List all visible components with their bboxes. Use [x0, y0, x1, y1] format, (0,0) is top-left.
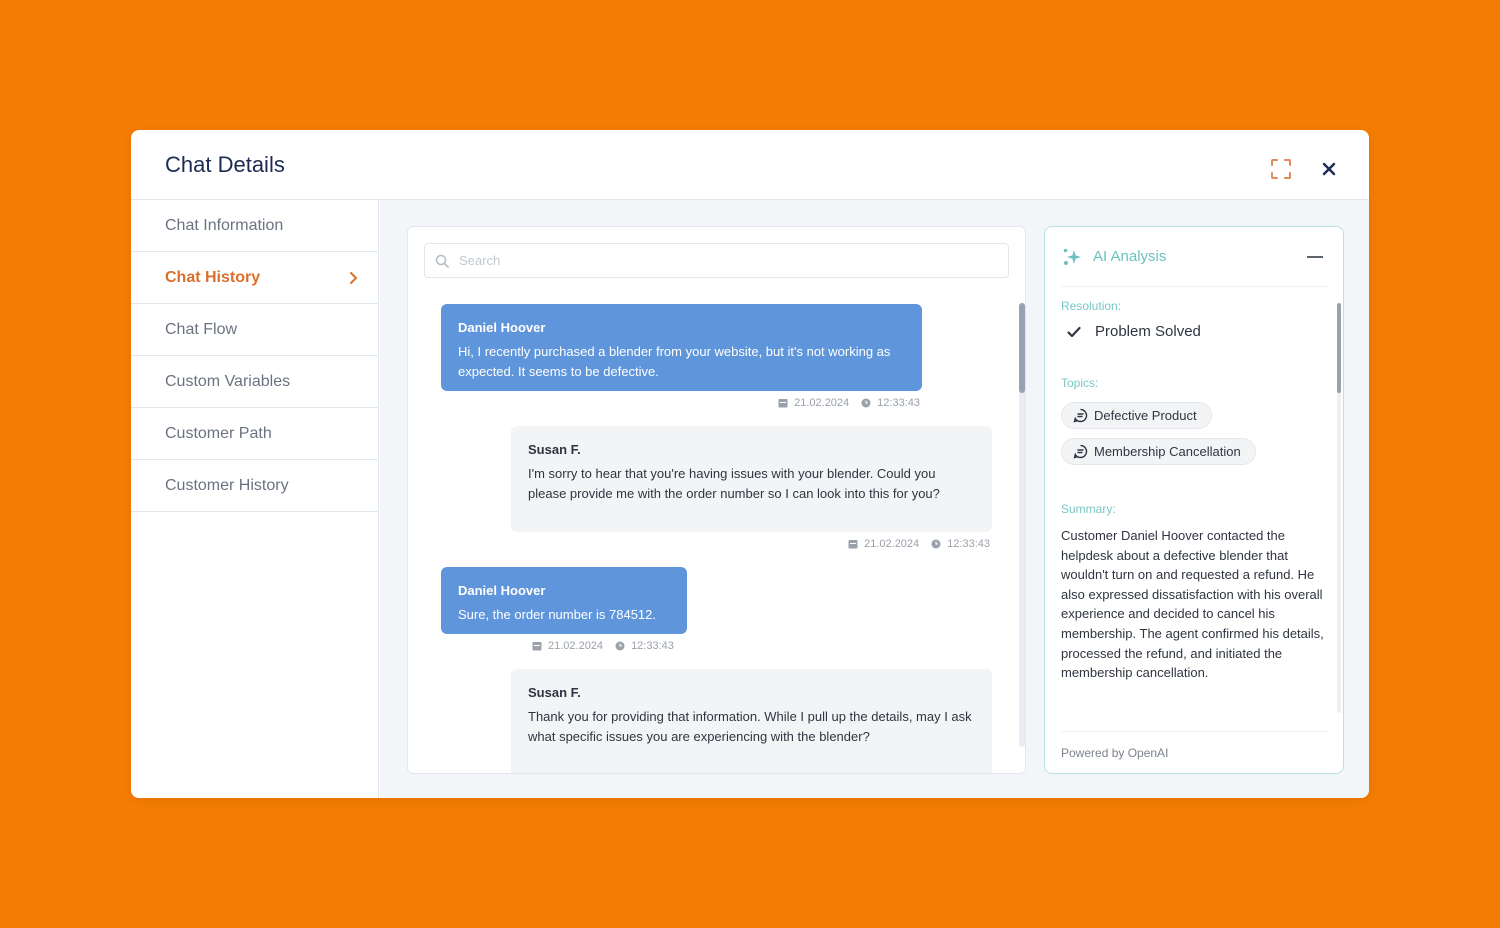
sidebar-item-chat-history[interactable]: Chat History — [131, 252, 378, 304]
sidebar-item-label: Chat Information — [165, 216, 284, 234]
sidebar-item-label: Chat Flow — [165, 320, 238, 338]
calendar-icon — [532, 642, 542, 651]
search-icon — [435, 254, 449, 268]
ai-analysis-header: AI Analysis — [1061, 227, 1327, 287]
topic-chip[interactable]: Defective Product — [1061, 402, 1212, 429]
collapse-button[interactable] — [1303, 245, 1327, 269]
content-area: Daniel Hoover Hi, I recently purchased a… — [380, 200, 1369, 798]
chat-bubble-icon — [1073, 444, 1088, 459]
powered-by-text: Powered by OpenAI — [1061, 745, 1169, 760]
sidebar-item-chat-flow[interactable]: Chat Flow — [131, 304, 378, 356]
chat-history-panel: Daniel Hoover Hi, I recently purchased a… — [407, 226, 1026, 774]
clock-icon — [861, 398, 871, 408]
sidebar-item-customer-path[interactable]: Customer Path — [131, 408, 378, 460]
sparkles-icon — [1063, 248, 1081, 265]
sidebar-nav: Chat Information Chat History Chat Flow … — [131, 200, 379, 798]
ai-analysis-panel: AI Analysis Resolution: Problem Solved T… — [1044, 226, 1344, 774]
modal-title: Chat Details — [165, 152, 285, 177]
message-sender: Daniel Hoover — [458, 583, 546, 598]
search-input[interactable] — [459, 253, 979, 268]
ai-scrollbar-thumb[interactable] — [1337, 303, 1341, 393]
topics-label: Topics: — [1061, 376, 1099, 390]
chevron-right-icon — [350, 271, 357, 284]
sidebar-item-label: Customer History — [165, 476, 289, 494]
message-time: 12:33:43 — [631, 640, 674, 652]
ai-analysis-title-text: AI Analysis — [1093, 248, 1167, 265]
calendar-icon — [778, 399, 788, 408]
message-bubble-customer: Daniel Hoover Sure, the order number is … — [441, 567, 687, 634]
close-button[interactable] — [1317, 157, 1341, 181]
topics-list: Defective Product Membership Cancellatio… — [1061, 402, 1331, 474]
message-sender: Susan F. — [528, 442, 581, 457]
message-sender: Daniel Hoover — [458, 320, 546, 335]
message-time: 12:33:43 — [877, 397, 920, 409]
modal-header: Chat Details — [131, 130, 1369, 200]
message-text: Sure, the order number is 784512. — [458, 607, 657, 622]
expand-icon — [1271, 159, 1291, 179]
calendar-icon — [848, 540, 858, 549]
message-bubble-agent: Susan F. Thank you for providing that in… — [511, 669, 992, 773]
summary-label: Summary: — [1061, 502, 1116, 516]
topic-chip[interactable]: Membership Cancellation — [1061, 438, 1256, 465]
ai-analysis-body: Resolution: Problem Solved Topics: Defec — [1061, 299, 1331, 683]
chat-bubble-icon — [1073, 408, 1088, 423]
close-icon — [1322, 162, 1336, 176]
resolution-text: Problem Solved — [1095, 323, 1201, 340]
message-sender: Susan F. — [528, 685, 581, 700]
ai-footer: Powered by OpenAI — [1061, 731, 1327, 773]
sidebar-item-label: Customer Path — [165, 424, 272, 442]
message-time: 12:33:43 — [947, 538, 990, 550]
message-text: Hi, I recently purchased a blender from … — [458, 344, 891, 379]
ai-analysis-title: AI Analysis — [1061, 246, 1166, 268]
clock-icon — [931, 539, 941, 549]
message-meta: 21.02.2024 12:33:43 — [848, 538, 990, 550]
message-meta: 21.02.2024 12:33:43 — [532, 640, 674, 652]
sidebar-item-chat-information[interactable]: Chat Information — [131, 200, 378, 252]
message-bubble-agent: Susan F. I'm sorry to hear that you're h… — [511, 426, 992, 532]
topic-chip-label: Membership Cancellation — [1094, 444, 1241, 459]
message-date: 21.02.2024 — [864, 538, 920, 550]
sidebar-item-custom-variables[interactable]: Custom Variables — [131, 356, 378, 408]
resolution-value: Problem Solved — [1061, 323, 1331, 340]
resolution-label: Resolution: — [1061, 299, 1122, 313]
ai-scrollbar[interactable] — [1337, 303, 1341, 713]
summary-text: Customer Daniel Hoover contacted the hel… — [1061, 528, 1324, 681]
message-text: I'm sorry to hear that you're having iss… — [528, 466, 940, 501]
message-bubble-customer: Daniel Hoover Hi, I recently purchased a… — [441, 304, 922, 391]
message-date: 21.02.2024 — [794, 397, 850, 409]
clock-icon — [615, 641, 625, 651]
chat-details-modal: Chat Details Chat Information Chat Histo… — [131, 130, 1369, 798]
header-actions — [1269, 157, 1341, 181]
message-text: Thank you for providing that information… — [528, 709, 972, 744]
sidebar-item-customer-history[interactable]: Customer History — [131, 460, 378, 512]
expand-button[interactable] — [1269, 157, 1293, 181]
topic-chip-label: Defective Product — [1094, 408, 1197, 423]
sidebar-item-label: Custom Variables — [165, 372, 291, 390]
message-date: 21.02.2024 — [548, 640, 604, 652]
chat-scrollbar[interactable] — [1019, 303, 1025, 747]
search-box[interactable] — [424, 243, 1009, 278]
message-meta: 21.02.2024 12:33:43 — [778, 397, 920, 409]
minus-icon — [1307, 255, 1323, 258]
chat-scrollbar-thumb[interactable] — [1019, 303, 1025, 393]
sidebar-item-label: Chat History — [165, 268, 261, 286]
check-icon — [1067, 326, 1081, 337]
